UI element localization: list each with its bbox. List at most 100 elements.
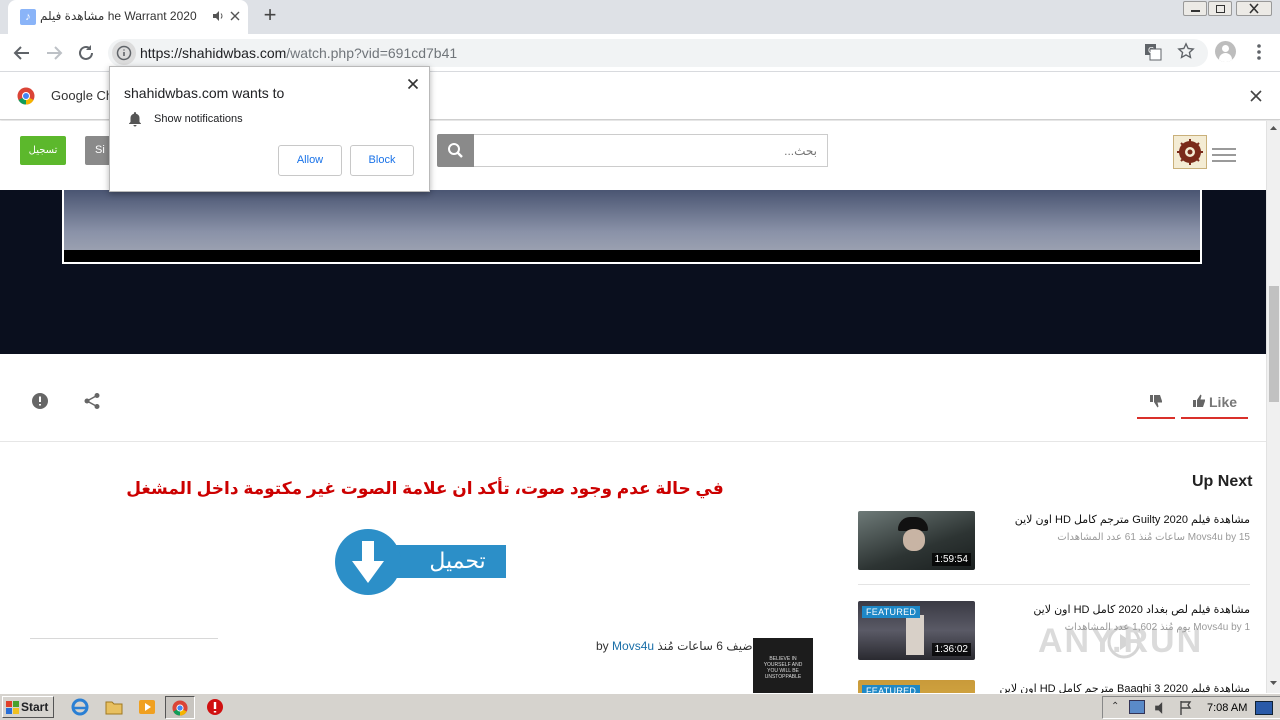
- infobar-close-icon[interactable]: [1249, 89, 1263, 103]
- up-next-title[interactable]: مشاهدة فيلم Guilty 2020 مترجم كامل HD او…: [980, 513, 1250, 526]
- menu-dots-icon[interactable]: [1256, 43, 1262, 61]
- duration-badge: 1:59:54: [931, 553, 971, 566]
- url-path: /watch.php?vid=691cd7b41: [286, 45, 458, 61]
- up-next-title[interactable]: مشاهدة فيلم لص بغداد 2020 كامل HD اون لا…: [980, 603, 1250, 616]
- tray-expand-icon[interactable]: ⌃: [1111, 701, 1119, 712]
- translate-icon[interactable]: G: [1144, 43, 1162, 61]
- profile-avatar-icon[interactable]: [1215, 41, 1236, 62]
- permission-item: Show notifications: [154, 113, 243, 125]
- download-label: تحميل: [429, 548, 486, 573]
- volume-icon[interactable]: [1154, 701, 1168, 715]
- video-image: [64, 190, 1200, 250]
- scrollbar-thumb[interactable]: [1269, 286, 1279, 402]
- url-text: https://shahidwbas.com/watch.php?vid=691…: [140, 45, 457, 61]
- up-next-heading: Up Next: [1192, 473, 1253, 490]
- popup-title: shahidwbas.com wants to: [124, 85, 285, 101]
- thumbs-up-icon: [1193, 394, 1205, 407]
- author-link[interactable]: Movs4u: [612, 639, 654, 653]
- windows-logo-icon: [6, 701, 19, 714]
- popup-close-icon[interactable]: [406, 77, 420, 91]
- up-next-thumbnail[interactable]: 1:59:54: [858, 511, 975, 570]
- back-arrow-icon[interactable]: [12, 43, 32, 63]
- notification-permission-popup: shahidwbas.com wants to Show notificatio…: [109, 66, 430, 192]
- search-input[interactable]: [474, 134, 828, 167]
- up-next-meta: 15 Movs4u by ساعات مُنذ 61 عدد المشاهدات: [1057, 532, 1250, 543]
- browser-tab[interactable]: ♪ he Warrant 2020 مشاهدة فيلم: [8, 0, 248, 34]
- chrome-logo-icon: [17, 87, 35, 105]
- restore-button[interactable]: [1208, 1, 1232, 16]
- scroll-up-arrow-icon[interactable]: [1269, 124, 1278, 132]
- music-favicon-icon: ♪: [20, 9, 36, 25]
- hamburger-menu-icon[interactable]: [1212, 148, 1236, 162]
- search-button[interactable]: [437, 134, 474, 167]
- show-desktop-icon[interactable]: [1255, 701, 1273, 715]
- like-label: Like: [1209, 394, 1238, 410]
- author-line: by Movs4u أضيف 6 ساعات مُنذ: [596, 639, 756, 653]
- stop-icon[interactable]: [205, 697, 225, 717]
- page-scrollbar[interactable]: [1266, 121, 1280, 693]
- report-icon[interactable]: [31, 392, 49, 410]
- flag-icon[interactable]: [1179, 700, 1193, 716]
- featured-badge: FEATURED: [862, 606, 921, 618]
- network-icon[interactable]: [1129, 700, 1145, 714]
- main-content: في حالة عدم وجود صوت، تأكد ان علامة الصو…: [0, 443, 1266, 693]
- scroll-down-arrow-icon[interactable]: [1269, 679, 1278, 687]
- divider: [858, 584, 1250, 585]
- divider: [30, 638, 218, 639]
- windows-taskbar: Start ⌃ 7:08 AM: [0, 693, 1280, 720]
- infobar-text: Google Ch: [51, 88, 114, 103]
- svg-text:G: G: [1148, 46, 1154, 55]
- tab-strip: ♪ he Warrant 2020 مشاهدة فيلم +: [0, 0, 1280, 34]
- download-circle: [335, 529, 401, 595]
- site-info-icon[interactable]: [112, 41, 136, 65]
- added-time: أضيف 6 ساعات مُنذ: [657, 639, 756, 653]
- video-actions: Like: [0, 354, 1266, 442]
- up-next-thumbnail[interactable]: FEATURED: [858, 680, 975, 693]
- minimize-button[interactable]: [1183, 1, 1207, 16]
- start-label: Start: [21, 700, 49, 714]
- up-next-item[interactable]: FEATURED مشاهدة فيلم Baaghi 3 2020 مترجم…: [858, 680, 1250, 693]
- download-button[interactable]: تحميل: [335, 529, 507, 595]
- thumbs-down-icon: [1150, 395, 1162, 408]
- video-player-area: [0, 190, 1266, 354]
- duration-badge: 1:36:02: [931, 643, 971, 656]
- chrome-icon: [172, 700, 188, 716]
- new-tab-button[interactable]: +: [258, 4, 282, 28]
- up-next-title[interactable]: مشاهدة فيلم Baaghi 3 2020 مترجم كامل HD …: [980, 682, 1250, 693]
- audio-notice: في حالة عدم وجود صوت، تأكد ان علامة الصو…: [126, 479, 724, 498]
- like-button[interactable]: Like: [1181, 390, 1248, 419]
- dislike-button[interactable]: [1137, 390, 1175, 419]
- by-label: by: [596, 639, 609, 653]
- chrome-taskbar-button[interactable]: [165, 696, 195, 719]
- site-logo[interactable]: [1173, 135, 1207, 169]
- download-arrow-icon: [352, 541, 384, 583]
- folder-icon[interactable]: [104, 697, 124, 717]
- forward-arrow-icon[interactable]: [44, 43, 64, 63]
- watermark-text: ANY.RUN: [1038, 622, 1204, 660]
- allow-button[interactable]: Allow: [278, 145, 342, 176]
- clock: 7:08 AM: [1207, 702, 1248, 714]
- watermark: ANY.RUN: [1038, 616, 1238, 666]
- media-player-icon[interactable]: [137, 697, 157, 717]
- reload-icon[interactable]: [76, 43, 96, 63]
- close-window-button[interactable]: [1236, 1, 1272, 16]
- speaker-icon[interactable]: [212, 10, 224, 22]
- tab-close-icon[interactable]: [228, 9, 242, 23]
- video-frame[interactable]: [62, 190, 1202, 264]
- register-button[interactable]: تسجيل: [20, 136, 66, 165]
- up-next-thumbnail[interactable]: FEATURED 1:36:02: [858, 601, 975, 660]
- bookmark-star-icon[interactable]: [1177, 42, 1195, 60]
- url-host: https://shahidwbas.com: [140, 45, 287, 61]
- share-icon[interactable]: [83, 392, 101, 410]
- up-next-item[interactable]: 1:59:54 مشاهدة فيلم Guilty 2020 مترجم كا…: [858, 511, 1250, 571]
- address-bar[interactable]: https://shahidwbas.com/watch.php?vid=691…: [108, 39, 1208, 67]
- block-button[interactable]: Block: [350, 145, 414, 176]
- video-thumbnail[interactable]: BELIEVE IN YOURSELF AND YOU WILL BE UNST…: [753, 638, 813, 693]
- start-button[interactable]: Start: [2, 696, 54, 718]
- ie-icon[interactable]: [70, 697, 90, 717]
- bell-icon: [128, 111, 142, 127]
- featured-badge: FEATURED: [862, 685, 921, 693]
- system-tray: ⌃ 7:08 AM: [1102, 696, 1280, 719]
- tab-title: he Warrant 2020 مشاهدة فيلم: [40, 9, 197, 23]
- video-controls-bar[interactable]: [64, 250, 1200, 262]
